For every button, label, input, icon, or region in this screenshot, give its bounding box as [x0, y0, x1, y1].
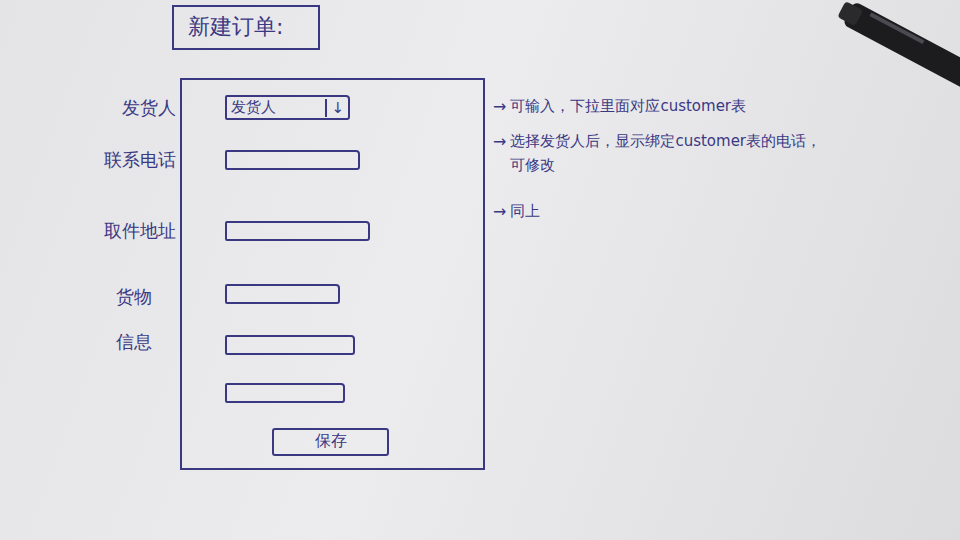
field-cell [180, 195, 485, 267]
text-input[interactable] [225, 221, 370, 241]
arrow-icon: → [493, 199, 506, 225]
shipper-dropdown[interactable]: 发货人 ↓ [225, 95, 350, 120]
annotation: → 同上 [485, 195, 833, 267]
save-button[interactable]: 保存 [272, 428, 389, 456]
form-frame-top [180, 78, 485, 90]
text-input[interactable] [225, 150, 360, 170]
goods-input[interactable] [225, 284, 340, 304]
goods-cell [180, 370, 485, 415]
field-cell: 发货人 ↓ [180, 90, 485, 125]
goods-input[interactable] [225, 383, 345, 403]
arrow-icon: → [493, 94, 506, 120]
marker-pen-icon [830, 0, 960, 100]
goods-input[interactable] [225, 335, 355, 355]
annotation: → 选择发货人后，显示绑定customer表的电话，可修改 [485, 125, 833, 195]
goods-cell [180, 267, 485, 320]
page-title: 新建订单: [172, 5, 320, 50]
form-wireframe: 发货人 发货人 ↓ → 可输入，下拉里面对应customer表联系电话 → 选择… [0, 78, 960, 470]
field-label: 联系电话 [0, 125, 180, 195]
arrow-icon: → [493, 129, 506, 155]
field-label: 取件地址 [0, 195, 180, 267]
paper-sheet: 新建订单: 发货人 发货人 ↓ → 可输入，下拉里面对应customer表联系电… [0, 0, 960, 540]
dropdown-arrow-icon[interactable]: ↓ [325, 99, 344, 117]
goods-cell [180, 320, 485, 370]
annotation: → 可输入，下拉里面对应customer表 [485, 90, 833, 125]
goods-label: 货物信息 [0, 267, 156, 370]
field-label: 发货人 [0, 90, 180, 125]
button-cell: 保存 [180, 415, 485, 470]
field-cell [180, 125, 485, 195]
